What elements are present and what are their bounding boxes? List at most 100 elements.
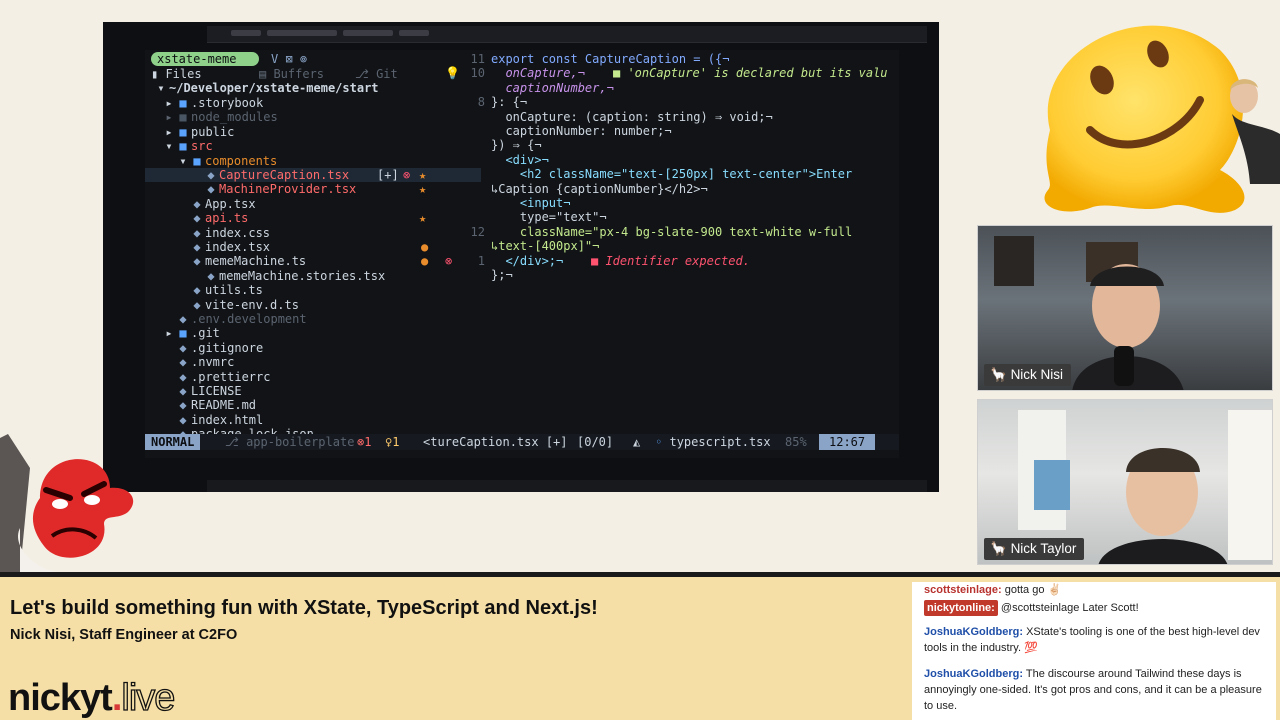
guest-subtitle: Nick Nisi, Staff Engineer at C2FO <box>10 627 238 643</box>
tree-file[interactable]: ◆ .prettierrc <box>145 370 453 384</box>
file-icon: ◆ <box>207 268 215 283</box>
git-modified-dot-icon: ● <box>421 254 429 269</box>
tree-file[interactable]: ◆ api.ts ★ <box>145 211 467 225</box>
tree-file[interactable]: ◆ MachineProvider.tsx ★ <box>145 182 481 196</box>
tree-file[interactable]: ◆ index.css <box>145 226 467 240</box>
code-line: }: {¬ <box>491 95 528 110</box>
tree-item-label: memeMachine.stories.tsx <box>219 268 386 283</box>
chat-username: JoshuaKGoldberg: <box>924 668 1024 680</box>
chat-text: @scottsteinlage Later Scott! <box>1000 602 1139 614</box>
hint-lightbulb-icon: 💡 <box>445 66 460 81</box>
file-icon: ◆ <box>179 412 187 427</box>
tree-file[interactable]: ◆ index.tsx ● <box>145 240 467 254</box>
browser-tab[interactable] <box>343 30 393 36</box>
tree-file[interactable]: ◆ memeMachine.ts ● <box>145 254 467 268</box>
files-tab[interactable]: ▮ Files <box>151 67 202 81</box>
tree-file[interactable]: ◆ .gitignore <box>145 341 453 355</box>
folder-open-icon: ▾ <box>157 81 165 95</box>
tree-folder[interactable]: ▾ ■ src <box>145 139 453 153</box>
tree-file[interactable]: ◆ .nvmrc <box>145 355 453 369</box>
tree-file[interactable]: ◆ utils.ts <box>145 283 467 297</box>
code-line: type="text"¬ <box>491 210 607 225</box>
code-editor[interactable]: 11 export const CaptureCaption = ({¬ 10 on… <box>445 50 899 450</box>
folder-icon: ■ <box>179 124 187 139</box>
hint-count: ♀1 <box>385 435 400 449</box>
chevron-right-icon: ▸ <box>165 96 173 110</box>
tree-item-label: MachineProvider.tsx <box>219 182 357 197</box>
scroll-percent: 85% <box>785 435 807 449</box>
chat-username: scottsteinlage: <box>924 584 1002 596</box>
folder-icon: ■ <box>179 96 187 110</box>
tree-file[interactable]: ◆ README.md <box>145 398 453 412</box>
tree-folder[interactable]: ▸ ■ node_modules <box>145 110 453 124</box>
tree-folder[interactable]: ▸ ■ .git <box>145 326 453 340</box>
git-modified-dot-icon: ● <box>421 240 429 254</box>
folder-icon: ■ <box>179 110 187 125</box>
tree-file[interactable]: ◆ memeMachine.stories.tsx <box>145 269 481 283</box>
file-icon: ◆ <box>179 340 187 355</box>
line-number: 12 <box>470 224 485 239</box>
git-tab[interactable]: ⎇ Git <box>355 67 398 81</box>
buffers-tab[interactable]: ▤ Buffers <box>259 67 324 81</box>
filetype-label: typescript.tsx <box>669 435 771 449</box>
code-line: ↳Caption {captionNumber}</h2>¬ <box>491 181 708 196</box>
tree-file[interactable]: ◆ LICENSE <box>145 384 453 398</box>
webcam-name-tag: 🦙 Nick Taylor <box>984 538 1085 560</box>
line-number: 8 <box>477 95 485 110</box>
chat-message: JoshuaKGoldberg: The discourse around Ta… <box>924 666 1266 714</box>
line-number: 1 <box>477 253 485 268</box>
tree-file[interactable]: ◆ .env.development <box>145 312 453 326</box>
webcam-name-label: Nick Taylor <box>1010 541 1077 556</box>
error-count: ⊗1 <box>357 435 372 449</box>
tree-item-label: .gitignore <box>191 340 264 355</box>
error-icon: ⊗ <box>403 168 411 182</box>
folder-icon: ■ <box>179 326 187 341</box>
chat-message: scottsteinlage: gotta go ✌🏻 <box>924 582 1266 598</box>
code-line: onCapture: (caption: string) ⇒ void;¬ <box>491 109 773 124</box>
tree-folder[interactable]: ▸ ■ .storybook <box>145 96 453 110</box>
code-line: };¬ <box>491 268 513 282</box>
file-icon: ◆ <box>193 283 201 298</box>
browser-tab[interactable] <box>399 30 429 36</box>
tree-folder[interactable]: ▸ ■ public <box>145 125 453 139</box>
tree-item-label: components <box>205 153 278 168</box>
chevron-down-icon: ▾ <box>179 153 187 168</box>
bookmark-star-icon: ★ <box>419 211 427 226</box>
tree-item-label: utils.ts <box>205 283 263 298</box>
file-icon: ◆ <box>179 312 187 326</box>
tree-folder[interactable]: ▾ ■ components <box>145 154 467 168</box>
terminal-window: xstate-meme V ⊠ ⊚ ▮ Files ▤ Buffers ⎇ Gi… <box>103 22 939 492</box>
code-line: className="px-4 bg-slate-900 text-white … <box>491 224 853 239</box>
penguin-icon: ◭ <box>633 435 641 449</box>
diagnostic-message: ■ Identifier expected. <box>591 253 750 268</box>
git-branch: ⎇ app-boilerplate <box>225 435 355 449</box>
code-line: <div>¬ <box>491 152 549 167</box>
file-icon: ◆ <box>193 240 201 254</box>
webcam-name-label: Nick Nisi <box>1010 367 1064 382</box>
file-icon: ◆ <box>179 355 187 370</box>
tree-file[interactable]: ◆ vite-env.d.ts <box>145 298 467 312</box>
code-line: captionNumber,¬ <box>491 80 614 95</box>
screen-share: xstate-meme V ⊠ ⊚ ▮ Files ▤ Buffers ⎇ Gi… <box>103 22 939 492</box>
code-line: <h2 className="text-[250px] text-center"… <box>491 167 853 182</box>
folder-icon: ■ <box>179 139 187 154</box>
git-tab-label: Git <box>376 67 398 81</box>
tree-item-label: node_modules <box>191 110 278 125</box>
chat-message: JoshuaKGoldberg: XState's tooling is one… <box>924 624 1266 656</box>
browser-tab[interactable] <box>231 30 261 36</box>
git-branch-label: app-boilerplate <box>246 435 355 449</box>
neovim-editor: xstate-meme V ⊠ ⊚ ▮ Files ▤ Buffers ⎇ Gi… <box>145 50 899 458</box>
file-icon: ◆ <box>207 182 215 197</box>
chat-username: nickytonline: <box>924 600 998 616</box>
tree-file[interactable]: ◆ CaptureCaption.tsx [+] ⊗ ★ <box>145 168 481 183</box>
code-line: onCapture,¬ <box>491 66 585 81</box>
tree-item-label: .storybook <box>191 96 264 110</box>
browser-tab[interactable] <box>267 30 337 36</box>
tree-item-label: .prettierrc <box>191 369 271 384</box>
code-line: export const CaptureCaption = ({¬ <box>491 52 730 66</box>
neovim-logo-icon: V ⊠ ⊚ <box>271 52 308 66</box>
tree-file[interactable]: ◆ App.tsx <box>145 197 467 211</box>
tree-item-label: CaptureCaption.tsx <box>219 168 350 182</box>
tree-file[interactable]: ◆ index.html <box>145 413 453 427</box>
tree-item-label: README.md <box>191 398 257 413</box>
